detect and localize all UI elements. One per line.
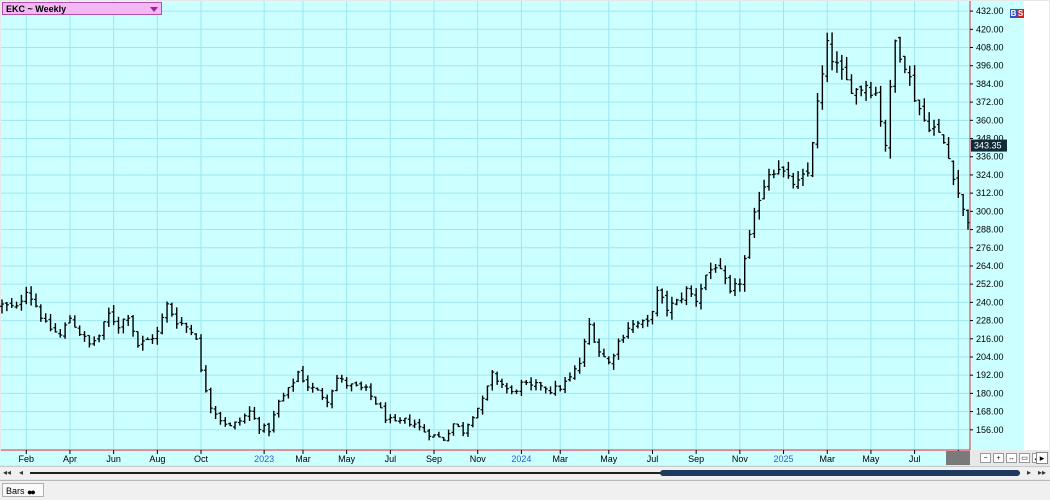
y-tick-label: 432.00: [976, 6, 1004, 16]
x-tick-label: Jul: [909, 454, 921, 464]
y-tick-label: 156.00: [976, 425, 1004, 435]
symbol-label: EKC ~ Weekly: [6, 4, 67, 14]
x-tick-label: Nov: [732, 454, 749, 464]
symbol-selector[interactable]: EKC ~ Weekly: [2, 2, 162, 15]
chevron-down-icon[interactable]: [150, 7, 158, 12]
scroll-thumb[interactable]: [660, 470, 1020, 476]
x-tick-label: Mar: [819, 454, 835, 464]
scroll-right-icon[interactable]: ▸: [1024, 468, 1034, 478]
right-panel-strip: [1024, 1, 1049, 450]
horizontal-scrollbar[interactable]: ◂◂ ◂ ▸ ▸▸: [0, 466, 1050, 479]
x-tick-label: Jun: [106, 454, 121, 464]
y-tick-label: 168.00: [976, 407, 1004, 417]
y-tick-label: 288.00: [976, 225, 1004, 235]
x-tick-label: Jul: [385, 454, 397, 464]
y-tick-label: 384.00: [976, 79, 1004, 89]
status-bar: Bars ●●: [0, 480, 1050, 500]
y-tick-label: 228.00: [976, 316, 1004, 326]
scroll-end-icon[interactable]: ▸: [1036, 452, 1048, 464]
y-tick-label: 408.00: [976, 43, 1004, 53]
y-tick-label: 252.00: [976, 279, 1004, 289]
last-price-label: 343.35: [974, 141, 1002, 151]
x-tick-label: Nov: [470, 454, 487, 464]
y-tick-label: 312.00: [976, 188, 1004, 198]
y-tick-label: 204.00: [976, 352, 1004, 362]
fit-icon[interactable]: ▭: [1019, 453, 1030, 463]
buy-sell-buttons: BS: [1010, 9, 1024, 18]
time-axis-selected-month: [946, 451, 970, 465]
y-tick-label: 276.00: [976, 243, 1004, 253]
pan-icon[interactable]: ↔: [1006, 453, 1017, 463]
x-tick-label: Oct: [194, 454, 209, 464]
y-tick-label: 420.00: [976, 24, 1004, 34]
x-tick-label: May: [862, 454, 880, 464]
x-tick-label: Apr: [63, 454, 77, 464]
price-chart[interactable]: 156.00 168.00 180.00 192.00 204.00 216.00 228.…: [0, 0, 1050, 466]
buy-button[interactable]: B: [1010, 9, 1017, 18]
scroll-first-icon[interactable]: ◂◂: [2, 468, 12, 478]
x-tick-label: May: [338, 454, 356, 464]
scroll-last-icon[interactable]: ▸▸: [1037, 468, 1047, 478]
x-tick-label: 2024: [511, 454, 531, 464]
x-tick-label: May: [600, 454, 618, 464]
x-tick-label: Jul: [647, 454, 659, 464]
y-tick-label: 336.00: [976, 152, 1004, 162]
x-tick-label: Feb: [19, 454, 35, 464]
right-panel: [1008, 1, 1024, 450]
bars-tab-label: Bars: [6, 486, 25, 496]
x-tick-label: Sep: [688, 454, 704, 464]
y-tick-label: 180.00: [976, 388, 1004, 398]
x-tick-label: Mar: [552, 454, 568, 464]
sell-button[interactable]: S: [1017, 9, 1024, 18]
bars-tab[interactable]: Bars ●●: [2, 483, 44, 497]
scroll-left-icon[interactable]: ◂: [16, 468, 26, 478]
y-tick-label: 372.00: [976, 97, 1004, 107]
y-tick-label: 240.00: [976, 297, 1004, 307]
x-tick-label: Aug: [149, 454, 165, 464]
zoom-out-icon[interactable]: −: [980, 453, 991, 463]
y-tick-label: 216.00: [976, 334, 1004, 344]
y-tick-label: 360.00: [976, 115, 1004, 125]
y-tick-label: 192.00: [976, 370, 1004, 380]
y-tick-label: 396.00: [976, 61, 1004, 71]
x-tick-label: Mar: [295, 454, 311, 464]
x-tick-label: 2023: [254, 454, 274, 464]
y-tick-label: 264.00: [976, 261, 1004, 271]
y-tick-label: 324.00: [976, 170, 1004, 180]
x-tick-label: Sep: [426, 454, 442, 464]
chart-window: 156.00 168.00 180.00 192.00 204.00 216.00 228.…: [0, 0, 1050, 500]
last-price-marker: 343.35: [971, 139, 1007, 152]
y-tick-label: 300.00: [976, 206, 1004, 216]
plot-area[interactable]: [1, 1, 969, 450]
zoom-in-icon[interactable]: +: [993, 453, 1004, 463]
x-tick-label: 2025: [774, 454, 794, 464]
link-icon: ●●: [27, 487, 36, 497]
